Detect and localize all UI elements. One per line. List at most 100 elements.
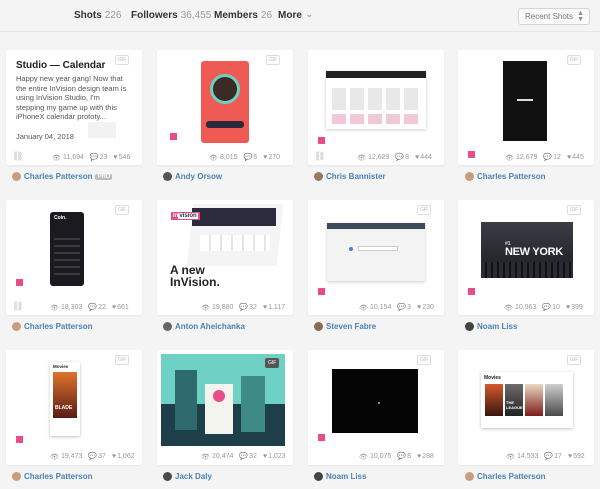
avatar[interactable] xyxy=(314,172,323,181)
comment-icon: 💬 xyxy=(239,453,249,460)
movies-label: Movies xyxy=(484,375,501,381)
window-titlebar xyxy=(327,223,425,229)
avatar[interactable] xyxy=(314,472,323,481)
author-link[interactable]: Andy Orsow xyxy=(175,172,222,181)
tab-shots[interactable]: Shots 226 xyxy=(74,10,121,21)
heart-icon[interactable]: ♥ xyxy=(567,154,571,161)
profile-photo-circle xyxy=(210,74,240,104)
comment-icon: 💬 xyxy=(397,453,407,460)
avatar[interactable] xyxy=(314,322,323,331)
avatar[interactable] xyxy=(12,172,21,181)
gif-badge: GIF xyxy=(567,355,582,365)
movies-label: Movies xyxy=(53,364,69,369)
heart-icon[interactable]: ♥ xyxy=(566,304,570,311)
poster-thumb xyxy=(545,384,563,416)
eye-icon: 👁 xyxy=(50,454,59,461)
invision-logo: invision xyxy=(171,212,200,220)
heart-icon[interactable]: ♥ xyxy=(417,453,421,460)
sort-select[interactable]: Recent Shots ▲ ▼ xyxy=(518,8,590,25)
tab-followers[interactable]: Followers 36,455 xyxy=(131,10,211,21)
author-link[interactable]: Charles Patterson PRO xyxy=(24,172,113,181)
author-link[interactable]: Anton Aheichanka xyxy=(175,322,245,331)
team-marker xyxy=(170,133,177,140)
shot-stats: 👁 12,629 💬8 ♥444 xyxy=(357,154,432,162)
heart-icon[interactable]: ♥ xyxy=(415,154,419,161)
eye-icon: 👁 xyxy=(359,454,368,461)
comment-icon: 💬 xyxy=(88,453,98,460)
eye-icon: 👁 xyxy=(201,305,210,312)
comment-icon: 💬 xyxy=(397,304,407,311)
gif-badge: GIF xyxy=(417,355,432,365)
comment-icon: 💬 xyxy=(88,304,98,311)
author-link[interactable]: Charles Patterson xyxy=(477,472,545,481)
invision-header xyxy=(192,208,276,226)
shot-description: Happy new year gang! Now that the entire… xyxy=(16,74,127,121)
gif-badge: GIF xyxy=(417,205,432,215)
shot-stats: 👁 12,679 💬12 ♥445 xyxy=(505,154,584,162)
comment-icon: 💬 xyxy=(543,154,553,161)
eye-icon: 👁 xyxy=(209,155,218,162)
shot-stats: 👁 19,473 💬37 ♥1,062 xyxy=(50,453,135,461)
heart-icon[interactable]: ♥ xyxy=(568,453,572,460)
comment-icon: 💬 xyxy=(89,154,99,161)
avatar[interactable] xyxy=(465,322,474,331)
gif-badge: GIF xyxy=(115,55,130,65)
shot-thumbnail xyxy=(327,223,425,281)
gif-badge: GIF xyxy=(115,205,130,215)
author-link[interactable]: Charles Patterson xyxy=(24,322,92,331)
shot-title: Studio — Calendar xyxy=(16,60,106,71)
link-icon[interactable]: ⛓ xyxy=(12,301,23,312)
eye-icon: 👁 xyxy=(50,305,59,312)
author-link[interactable]: Chris Bannister xyxy=(326,172,386,181)
avatar[interactable] xyxy=(12,322,21,331)
shot-stats: 👁 8,015 💬6 ♥270 xyxy=(209,154,280,162)
team-marker xyxy=(318,288,325,295)
avatar[interactable] xyxy=(465,172,474,181)
heart-icon[interactable]: ♥ xyxy=(113,154,117,161)
link-icon[interactable]: ⛓ xyxy=(314,151,325,162)
avatar[interactable] xyxy=(465,472,474,481)
author-link[interactable]: Jack Daly xyxy=(175,472,212,481)
tab-members[interactable]: Members 26 xyxy=(214,10,272,21)
comment-icon: 💬 xyxy=(544,453,554,460)
poster-title: THE LEAGUE xyxy=(506,400,523,410)
link-icon[interactable]: ⛓ xyxy=(12,151,23,162)
poster-thumb xyxy=(525,384,543,416)
poster-thumb xyxy=(485,384,503,416)
eye-icon: 👁 xyxy=(201,454,210,461)
screen-text xyxy=(517,99,533,101)
chevron-down-icon: ⌄ xyxy=(305,10,313,19)
gif-badge: GIF xyxy=(115,355,130,365)
more-menu[interactable]: More ⌄ xyxy=(278,10,313,21)
avatar[interactable] xyxy=(12,472,21,481)
comment-icon: 💬 xyxy=(239,304,249,311)
heart-icon[interactable]: ♥ xyxy=(263,154,267,161)
poster-title: BLADE xyxy=(55,405,73,411)
author-link[interactable]: Noam Liss xyxy=(326,472,366,481)
eye-icon: 👁 xyxy=(357,155,366,162)
team-marker xyxy=(318,434,325,441)
gif-badge: GIF xyxy=(567,55,582,65)
author-link[interactable]: Charles Patterson xyxy=(24,472,92,481)
heart-icon[interactable]: ♥ xyxy=(417,304,421,311)
author-link[interactable]: Steven Fabre xyxy=(326,322,376,331)
heart-icon[interactable]: ♥ xyxy=(263,453,267,460)
shot-stats: 👁 10,154 💬3 ♥230 xyxy=(359,304,434,312)
author-link[interactable]: Noam Liss xyxy=(477,322,517,331)
avatar[interactable] xyxy=(163,322,172,331)
shot-stats: 👁 11,694 💬23 ♥546 xyxy=(52,154,131,162)
gif-badge: GIF xyxy=(567,205,582,215)
avatar[interactable] xyxy=(163,172,172,181)
team-marker xyxy=(318,137,325,144)
heart-icon[interactable]: ♥ xyxy=(263,304,267,311)
heart-icon[interactable]: ♥ xyxy=(112,304,116,311)
shot-stats: 👁 10,075 💬8 ♥288 xyxy=(359,453,434,461)
avatar[interactable] xyxy=(163,472,172,481)
shot-thumbnail xyxy=(332,369,418,433)
upload-button-mock xyxy=(206,121,244,128)
author-link[interactable]: Charles Patterson xyxy=(477,172,545,181)
dashboard-row xyxy=(332,114,420,124)
heart-icon[interactable]: ♥ xyxy=(112,453,116,460)
eye-icon: 👁 xyxy=(52,155,61,162)
select-arrows-icon: ▲ ▼ xyxy=(577,10,584,23)
